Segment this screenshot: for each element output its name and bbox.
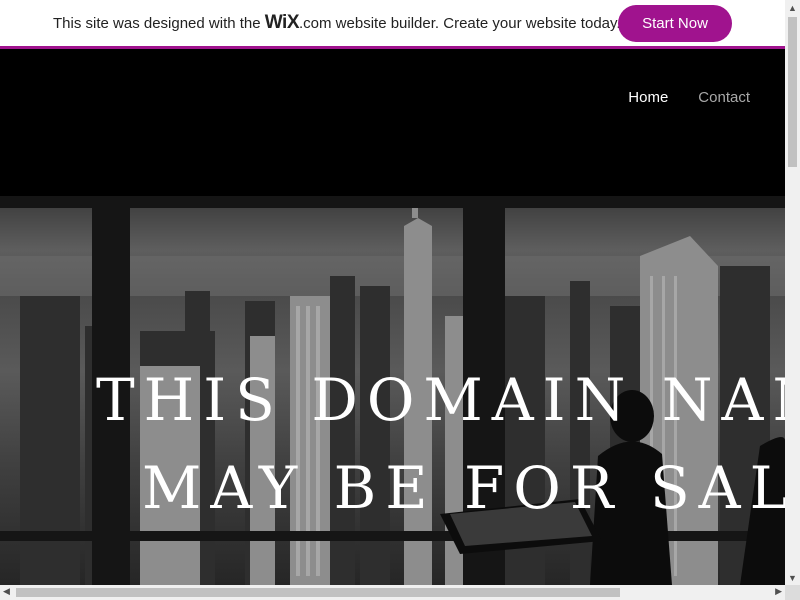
wix-logo-suffix: .com	[299, 15, 332, 32]
arrow-up-icon[interactable]: ▲	[788, 3, 797, 13]
scrollbar-corner	[785, 585, 800, 600]
horizontal-scrollbar[interactable]: ◀ ▶	[0, 585, 785, 600]
horizontal-scroll-thumb[interactable]	[16, 588, 620, 597]
banner-text: This site was designed with the WiX.com …	[53, 12, 621, 34]
start-now-button[interactable]: Start Now	[618, 5, 732, 42]
main-nav: Home Contact	[628, 89, 750, 106]
hero-section: THIS DOMAIN NAME MAY BE FOR SALE	[0, 196, 785, 585]
banner-text-prefix: This site was designed with the	[53, 15, 265, 32]
banner-text-suffix: website builder. Create your website tod…	[331, 15, 621, 32]
nav-item-contact[interactable]: Contact	[698, 89, 750, 106]
wix-logo: WiX	[264, 12, 300, 33]
arrow-down-icon[interactable]: ▼	[788, 573, 797, 583]
vertical-scrollbar[interactable]: ▲ ▼	[785, 0, 800, 585]
wix-promo-banner: This site was designed with the WiX.com …	[0, 0, 785, 49]
hero-title-line-2: MAY BE FOR SALE	[142, 454, 785, 522]
nav-item-home[interactable]: Home	[628, 89, 668, 106]
arrow-left-icon[interactable]: ◀	[3, 586, 10, 597]
site-header: Home Contact	[0, 49, 785, 196]
vertical-scroll-thumb[interactable]	[788, 17, 797, 167]
arrow-right-icon[interactable]: ▶	[775, 586, 782, 597]
hero-title-line-1: THIS DOMAIN NAME	[96, 366, 785, 434]
hero-title: THIS DOMAIN NAME MAY BE FOR SALE	[96, 356, 785, 532]
